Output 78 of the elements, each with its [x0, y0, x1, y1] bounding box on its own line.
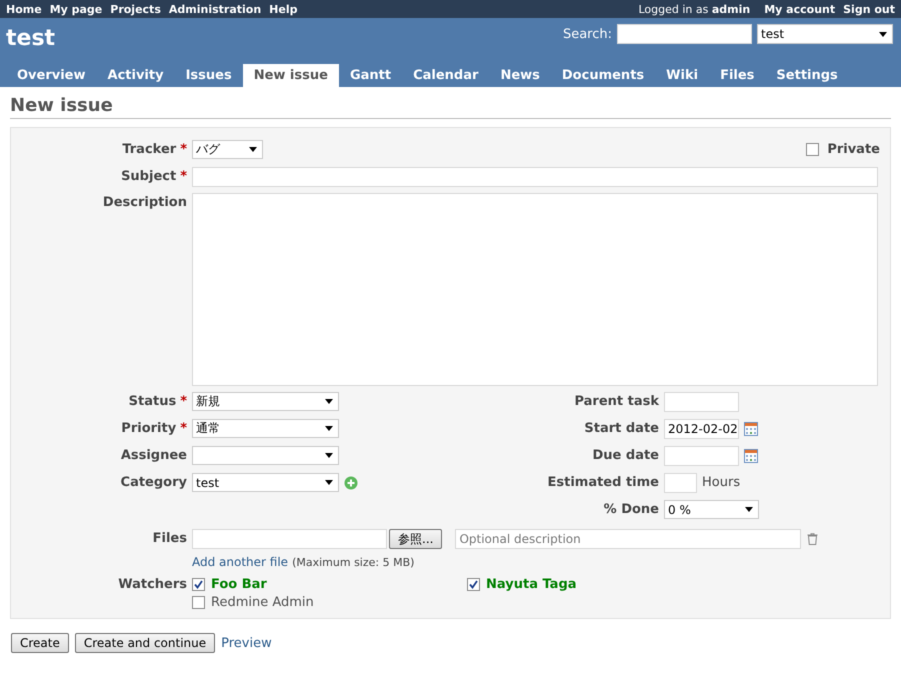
field-label: % Done — [602, 502, 660, 517]
trash-icon[interactable] — [807, 532, 818, 544]
tab[interactable]: Wiki — [655, 64, 710, 87]
field-label: Subject * — [120, 169, 188, 184]
time-field[interactable] — [664, 472, 697, 492]
field-label: Estimated time — [546, 475, 660, 490]
dropdown[interactable] — [192, 446, 339, 465]
field-label: Files — [152, 531, 188, 546]
search-field[interactable] — [617, 24, 752, 44]
tab[interactable]: News — [489, 64, 551, 87]
tab[interactable]: Activity — [96, 64, 175, 87]
add-icon[interactable] — [344, 476, 358, 490]
caret-icon — [325, 399, 333, 404]
dropdown[interactable]: 0 % — [664, 500, 759, 519]
unit-label: Hours — [702, 475, 740, 490]
text-field[interactable] — [664, 392, 739, 412]
private-checkbox[interactable] — [806, 143, 820, 156]
private-label: Private — [826, 142, 881, 157]
preview-link[interactable]: Preview — [221, 636, 272, 650]
browse-button[interactable]: 参照... — [389, 528, 442, 548]
date-field[interactable]: 2012-02-02 — [664, 418, 739, 438]
caret-icon — [745, 507, 753, 512]
description-field[interactable] — [192, 193, 878, 386]
subject-field[interactable] — [192, 166, 878, 186]
menu-link[interactable]: My account — [764, 2, 836, 16]
watcher-checkbox[interactable] — [192, 578, 205, 591]
watcher-name: Redmine Admin — [211, 595, 314, 610]
menu-link[interactable]: Home — [6, 2, 42, 16]
menu-link[interactable]: Help — [269, 2, 298, 16]
watcher-name: Nayuta Taga — [486, 577, 577, 592]
project-dropdown[interactable]: test — [757, 24, 893, 44]
description-field[interactable]: Optional description — [455, 528, 802, 548]
search-label: Search: — [562, 26, 612, 42]
watcher-name: Foo Bar — [211, 577, 267, 592]
field-label: Start date — [583, 421, 660, 436]
field-label: Parent task — [573, 394, 660, 409]
submit-button[interactable]: Create — [11, 633, 69, 653]
tab[interactable]: Documents — [550, 64, 656, 87]
project-title: test — [6, 26, 56, 51]
menu-link[interactable]: Sign out — [843, 2, 895, 16]
dropdown[interactable]: 新規 — [192, 392, 339, 411]
caret-icon — [325, 453, 333, 458]
logged-in-text: Logged in as admin — [638, 2, 750, 16]
watcher-checkbox[interactable] — [467, 578, 480, 591]
tab[interactable]: New issue — [242, 64, 339, 87]
caret-icon — [249, 147, 257, 152]
field-label: Status * — [128, 394, 188, 409]
tab[interactable]: Issues — [174, 64, 243, 87]
field-label: Category — [120, 475, 188, 490]
field-label: Tracker * — [121, 142, 188, 157]
dropdown[interactable]: test — [192, 473, 339, 492]
field-label: Assignee — [120, 448, 188, 463]
menu-link[interactable]: My page — [50, 2, 102, 16]
calendar-icon[interactable] — [744, 448, 758, 462]
dropdown[interactable]: 通常 — [192, 419, 339, 438]
date-field[interactable] — [664, 446, 739, 466]
menu-link[interactable]: Projects — [110, 2, 161, 16]
field-label: Priority * — [120, 421, 188, 436]
tab[interactable]: Gantt — [338, 64, 402, 87]
file-field[interactable] — [192, 528, 387, 548]
watcher-checkbox[interactable] — [192, 596, 205, 609]
caret-icon — [325, 426, 333, 431]
tab[interactable]: Files — [709, 64, 766, 87]
tab[interactable]: Settings — [765, 64, 849, 87]
caret-icon — [879, 32, 887, 36]
tracker-dropdown[interactable]: バグ — [192, 140, 263, 159]
calendar-icon[interactable] — [744, 422, 758, 436]
add-file-link[interactable]: Add another file — [192, 555, 288, 569]
caret-icon — [325, 480, 333, 485]
page-title: New issue — [10, 95, 891, 119]
field-label: Watchers — [117, 577, 188, 592]
tab[interactable]: Calendar — [402, 64, 490, 87]
tab[interactable]: Overview — [6, 64, 97, 87]
submit-button[interactable]: Create and continue — [74, 633, 216, 653]
menu-link[interactable]: Administration — [168, 2, 262, 16]
field-label: Description — [102, 194, 188, 210]
field-label: Due date — [592, 448, 660, 463]
max-size-note: (Maximum size: 5 MB) — [292, 556, 414, 568]
